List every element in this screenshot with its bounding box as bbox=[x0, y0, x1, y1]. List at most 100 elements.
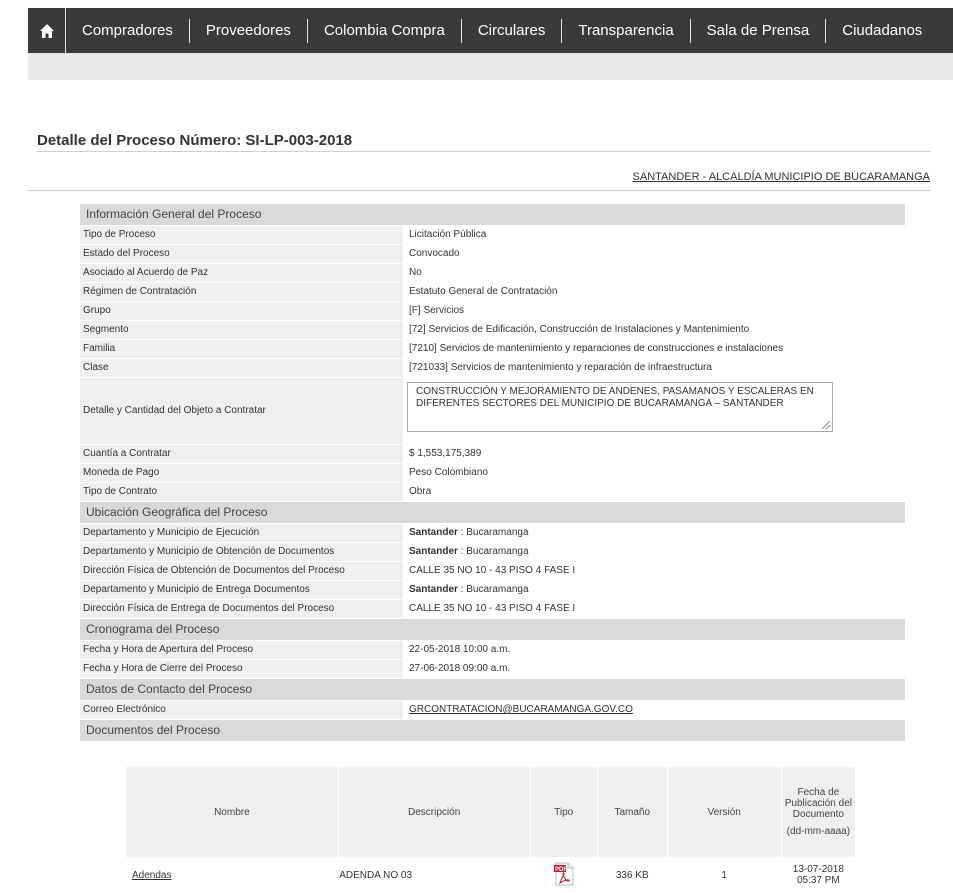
document-time: 05:37 PM bbox=[796, 875, 840, 886]
field-value: Estatuto General de Contratación bbox=[403, 283, 905, 301]
info-row: Segmento [72] Servicios de Edificación, C… bbox=[80, 321, 905, 339]
field-value: [721033] Servicios de mantenimiento y re… bbox=[403, 359, 905, 377]
field-value: [72] Servicios de Edificación, Construcc… bbox=[403, 321, 905, 339]
field-value: Peso Colombiano bbox=[403, 464, 905, 482]
field-label: Departamento y Municipio de Ejecución bbox=[83, 527, 260, 538]
nav-compradores[interactable]: Compradores bbox=[66, 18, 190, 43]
process-info: Información General del Proceso Tipo de … bbox=[80, 204, 905, 742]
section-header-contacto: Datos de Contacto del Proceso bbox=[80, 679, 905, 700]
field-value: GRCONTRATACION@BUCARAMANGA.GOV.CO bbox=[403, 701, 905, 719]
nav-sala-de-prensa[interactable]: Sala de Prensa bbox=[691, 18, 827, 43]
info-row: Cuantía a Contratar $ 1,553,175,389 bbox=[80, 445, 905, 463]
info-row-objeto: Detalle y Cantidad del Objeto a Contrata… bbox=[80, 378, 905, 444]
svg-text:PDF: PDF bbox=[555, 867, 567, 873]
field-label: Tipo de Contrato bbox=[83, 486, 158, 497]
info-row: Familia [7210] Servicios de mantenimiento… bbox=[80, 340, 905, 358]
resize-grip-icon[interactable] bbox=[822, 421, 830, 429]
field-value: Santander : Bucaramanga bbox=[403, 543, 905, 561]
info-row: Clase [721033] Servicios de mantenimiento… bbox=[80, 359, 905, 377]
email-link[interactable]: GRCONTRATACION@BUCARAMANGA.GOV.CO bbox=[409, 704, 633, 715]
field-value: 27-06-2018 09:00 a.m. bbox=[403, 660, 905, 678]
section-header-general: Información General del Proceso bbox=[80, 204, 905, 225]
info-row: Correo Electrónico GRCONTRATACION@BUCARAM… bbox=[80, 701, 905, 719]
field-value: Obra bbox=[403, 483, 905, 501]
info-row: Dirección Física de Entrega de Documento… bbox=[80, 600, 905, 618]
field-value: No bbox=[403, 264, 905, 282]
section-header-cronograma: Cronograma del Proceso bbox=[80, 619, 905, 640]
field-value: Santander : Bucaramanga bbox=[403, 524, 905, 542]
department-name: Santander bbox=[409, 546, 458, 557]
entity-link[interactable]: SANTANDER - ALCALDÍA MUNICIPIO DE BUCARA… bbox=[633, 171, 930, 183]
table-row: Adendas ADENDA NO 03 PDF 336 KB 1 13-07-… bbox=[126, 857, 856, 893]
municipality-name: : Bucaramanga bbox=[457, 546, 529, 557]
entity-divider bbox=[28, 190, 931, 191]
objeto-textarea[interactable]: CONSTRUCCIÓN Y MEJORAMIENTO DE ANDENES, … bbox=[407, 382, 833, 432]
info-row: Tipo de Contrato Obra bbox=[80, 483, 905, 501]
document-description: ADENDA NO 03 bbox=[339, 869, 413, 881]
home-icon[interactable] bbox=[28, 8, 66, 53]
document-date: 13-07-2018 bbox=[792, 864, 844, 875]
title-divider bbox=[37, 151, 931, 152]
field-label: Detalle y Cantidad del Objeto a Contrata… bbox=[83, 405, 266, 416]
field-label: Familia bbox=[83, 343, 116, 354]
field-label: Régimen de Contratación bbox=[83, 286, 197, 297]
info-row: Fecha y Hora de Cierre del Proceso 27-06-… bbox=[80, 660, 905, 678]
info-row: Dirección Física de Obtención de Documen… bbox=[80, 562, 905, 580]
field-label: Dirección Física de Obtención de Documen… bbox=[83, 565, 345, 576]
field-value: Santander : Bucaramanga bbox=[403, 581, 905, 599]
field-value: [7210] Servicios de mantenimiento y repa… bbox=[403, 340, 905, 358]
column-header-nombre: Nombre bbox=[126, 767, 339, 857]
document-type-cell: PDF bbox=[530, 857, 597, 893]
info-row: Tipo de Proceso Licitación Pública bbox=[80, 226, 905, 244]
field-value: Licitación Pública bbox=[403, 226, 905, 244]
field-value: CALLE 35 NO 10 - 43 PISO 4 FASE I bbox=[403, 600, 905, 618]
nav-proveedores[interactable]: Proveedores bbox=[190, 18, 308, 43]
municipality-name: : Bucaramanga bbox=[457, 584, 529, 595]
document-size: 336 KB bbox=[615, 869, 649, 881]
field-label: Clase bbox=[83, 362, 109, 373]
fecha-header-text: Fecha de Publicación del Documento bbox=[784, 787, 852, 820]
department-name: Santander bbox=[409, 584, 458, 595]
sub-navigation-bar bbox=[28, 53, 953, 80]
objeto-text: CONSTRUCCIÓN Y MEJORAMIENTO DE ANDENES, … bbox=[416, 386, 814, 409]
nav-transparencia[interactable]: Transparencia bbox=[562, 18, 691, 43]
info-row: Moneda de Pago Peso Colombiano bbox=[80, 464, 905, 482]
field-label: Departamento y Municipio de Entrega Docu… bbox=[83, 584, 310, 595]
section-header-documentos: Documentos del Proceso bbox=[80, 720, 905, 741]
field-label: Dirección Física de Entrega de Documento… bbox=[83, 603, 335, 614]
field-value: $ 1,553,175,389 bbox=[403, 445, 905, 463]
document-date-cell: 13-07-2018 05:37 PM bbox=[781, 857, 855, 893]
field-value: CALLE 35 NO 10 - 43 PISO 4 FASE I bbox=[403, 562, 905, 580]
document-link[interactable]: Adendas bbox=[132, 870, 171, 881]
field-label: Fecha y Hora de Apertura del Proceso bbox=[83, 644, 254, 655]
field-label: Tipo de Proceso bbox=[83, 229, 156, 240]
column-header-descripcion: Descripción bbox=[338, 767, 531, 857]
table-header-row: Nombre Descripción Tipo Tamaño Versión F… bbox=[126, 767, 857, 857]
info-row: Departamento y Municipio de Ejecución San… bbox=[80, 524, 905, 542]
info-row: Grupo [F] Servicios bbox=[80, 302, 905, 320]
field-label: Asociado al Acuerdo de Paz bbox=[83, 267, 209, 278]
document-version: 1 bbox=[721, 869, 727, 881]
field-value: CONSTRUCCIÓN Y MEJORAMIENTO DE ANDENES, … bbox=[403, 378, 905, 444]
field-label: Grupo bbox=[83, 305, 111, 316]
nav-circulares[interactable]: Circulares bbox=[462, 18, 563, 43]
field-label: Estado del Proceso bbox=[83, 248, 170, 259]
top-navigation: Compradores Proveedores Colombia Compra … bbox=[28, 8, 953, 53]
nav-ciudadanos[interactable]: Ciudadanos bbox=[826, 19, 938, 43]
field-label: Cuantía a Contratar bbox=[83, 448, 171, 459]
nav-colombia-compra[interactable]: Colombia Compra bbox=[308, 18, 462, 43]
field-value: Convocado bbox=[403, 245, 905, 263]
info-row: Régimen de Contratación Estatuto General … bbox=[80, 283, 905, 301]
info-row: Fecha y Hora de Apertura del Proceso 22-0… bbox=[80, 641, 905, 659]
page-title: Detalle del Proceso Número: SI-LP-003-20… bbox=[37, 132, 353, 149]
field-label: Fecha y Hora de Cierre del Proceso bbox=[83, 663, 243, 674]
field-label: Correo Electrónico bbox=[83, 704, 166, 715]
document-name-cell: Adendas bbox=[126, 857, 338, 893]
column-header-tipo: Tipo bbox=[530, 767, 598, 857]
field-value: 22-05-2018 10:00 a.m. bbox=[403, 641, 905, 659]
field-label: Segmento bbox=[83, 324, 129, 335]
info-row: Estado del Proceso Convocado bbox=[80, 245, 905, 263]
info-row: Asociado al Acuerdo de Paz No bbox=[80, 264, 905, 282]
field-label: Departamento y Municipio de Obtención de… bbox=[83, 546, 335, 557]
pdf-icon[interactable]: PDF bbox=[553, 862, 574, 886]
